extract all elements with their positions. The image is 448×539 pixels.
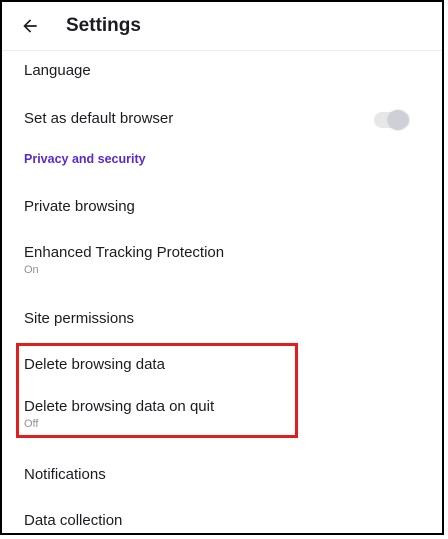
default-browser-label: Set as default browser <box>24 110 174 127</box>
delete-on-quit-item[interactable]: Delete browsing data on quit Off <box>2 392 442 436</box>
back-arrow-icon <box>23 19 37 33</box>
site-permissions-item[interactable]: Site permissions <box>2 302 442 338</box>
delete-on-quit-status: Off <box>24 418 39 430</box>
data-collection-item[interactable]: Data collection <box>2 504 442 533</box>
language-label: Language <box>24 62 91 79</box>
page-title: Settings <box>66 15 141 36</box>
delete-on-quit-label: Delete browsing data on quit <box>24 398 215 415</box>
site-permissions-label: Site permissions <box>24 310 135 327</box>
delete-browsing-data-label: Delete browsing data <box>24 356 165 373</box>
notifications-item[interactable]: Notifications <box>2 458 442 494</box>
private-browsing-item[interactable]: Private browsing <box>2 190 442 226</box>
notifications-label: Notifications <box>24 466 106 483</box>
etp-label: Enhanced Tracking Protection <box>24 244 225 261</box>
etp-item[interactable]: Enhanced Tracking Protection On <box>2 238 442 286</box>
default-browser-toggle[interactable] <box>374 110 410 130</box>
back-button[interactable] <box>2 2 58 50</box>
app-bar: Settings <box>2 2 442 51</box>
delete-browsing-data-item[interactable]: Delete browsing data <box>2 348 442 384</box>
toggle-knob <box>388 110 408 130</box>
etp-status: On <box>24 264 39 276</box>
privacy-section-header: Privacy and security <box>2 148 442 172</box>
settings-screen: Settings Language Set as default browser… <box>0 0 444 535</box>
private-browsing-label: Private browsing <box>24 198 135 215</box>
default-browser-item[interactable]: Set as default browser <box>2 100 442 140</box>
section-title: Privacy and security <box>24 152 146 166</box>
language-item[interactable]: Language <box>2 54 442 90</box>
data-collection-label: Data collection <box>24 512 123 529</box>
